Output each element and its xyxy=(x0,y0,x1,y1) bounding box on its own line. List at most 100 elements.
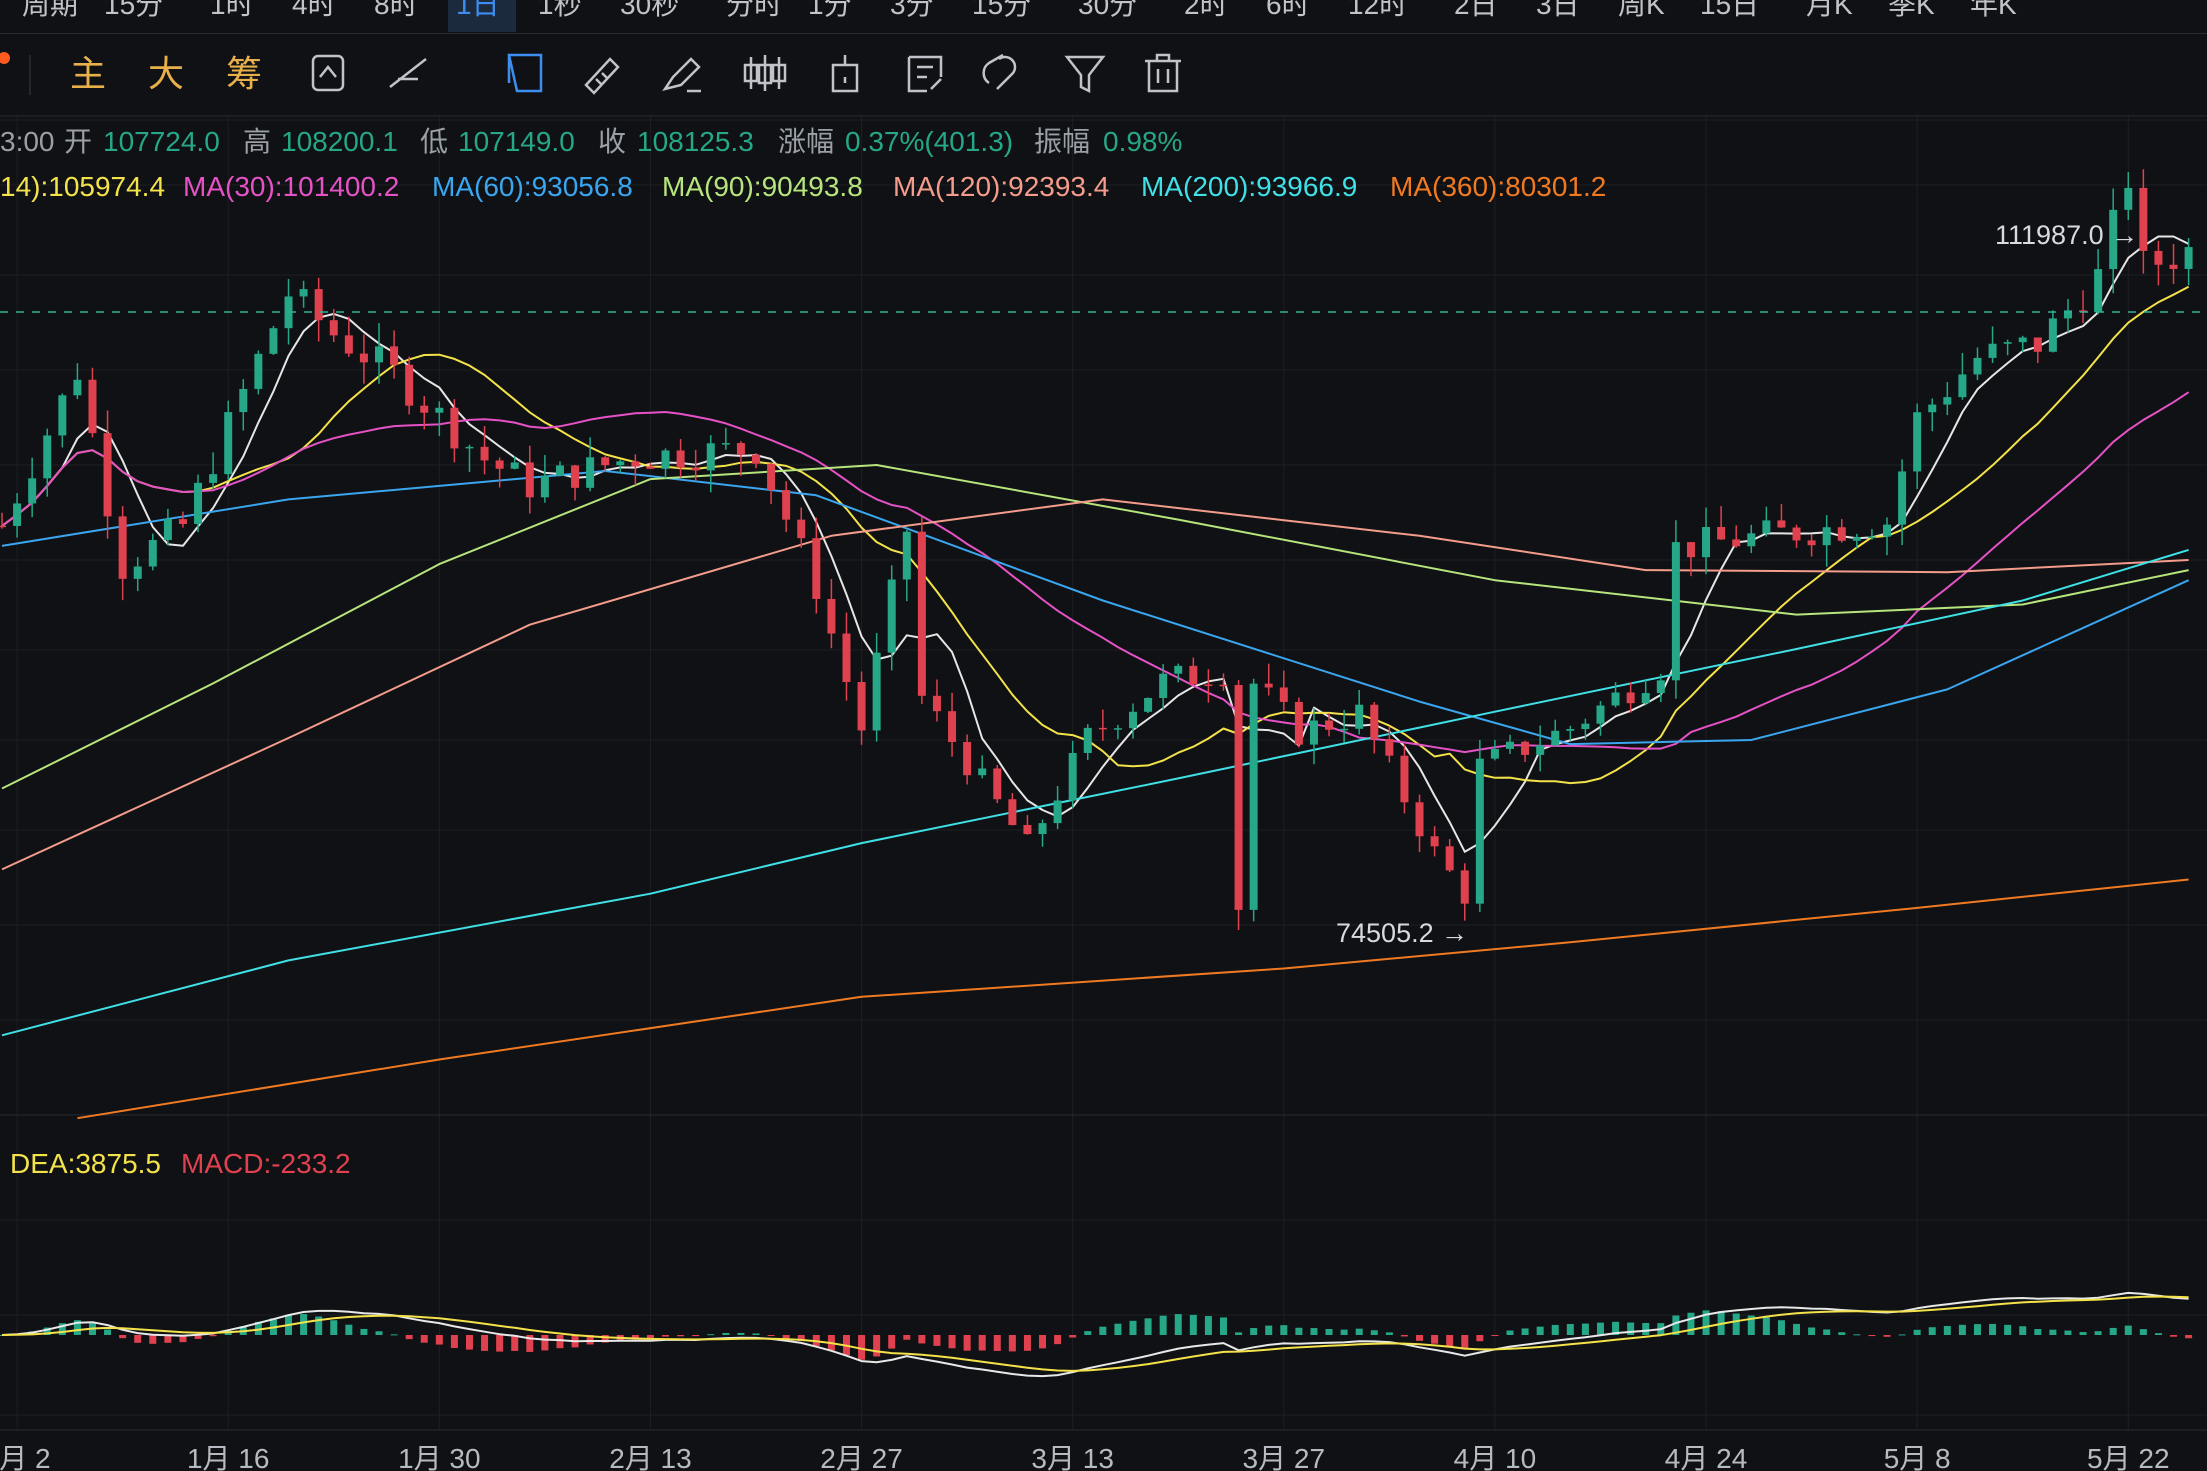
candle-body[interactable] xyxy=(676,450,685,468)
candle-body[interactable] xyxy=(1898,471,1907,525)
candle-body[interactable] xyxy=(1762,520,1771,534)
candle-body[interactable] xyxy=(1355,704,1364,729)
candle-body[interactable] xyxy=(902,531,911,580)
candle-body[interactable] xyxy=(1958,374,1967,398)
candle-body[interactable] xyxy=(1325,720,1334,730)
candle-body[interactable] xyxy=(28,478,37,504)
candle-body[interactable] xyxy=(375,346,383,363)
candle-body[interactable] xyxy=(1913,412,1922,472)
candle-body[interactable] xyxy=(948,711,957,743)
candle-body[interactable] xyxy=(932,695,941,712)
candle-body[interactable] xyxy=(1506,741,1514,749)
candle-body[interactable] xyxy=(359,353,368,363)
candle-body[interactable] xyxy=(2124,187,2133,210)
candle-body[interactable] xyxy=(1928,404,1937,413)
candle-body[interactable] xyxy=(1068,753,1077,801)
candle-body[interactable] xyxy=(1053,800,1062,824)
candle-body[interactable] xyxy=(827,598,836,634)
candle-body[interactable] xyxy=(1807,540,1816,546)
candle-body[interactable] xyxy=(646,466,655,469)
candle-body[interactable] xyxy=(1294,701,1303,745)
candle-body[interactable] xyxy=(178,519,187,525)
candle-body[interactable] xyxy=(2018,337,2027,343)
candle-body[interactable] xyxy=(1717,526,1726,540)
candle-body[interactable] xyxy=(269,328,278,354)
candle-body[interactable] xyxy=(1460,870,1469,904)
candle-body[interactable] xyxy=(1098,727,1107,730)
candle-body[interactable] xyxy=(1837,527,1846,541)
candle-body[interactable] xyxy=(1777,520,1786,528)
candle-body[interactable] xyxy=(1732,539,1741,547)
candle-body[interactable] xyxy=(525,462,534,498)
candle-body[interactable] xyxy=(1083,727,1092,754)
candle-body[interactable] xyxy=(1566,729,1575,731)
candle-body[interactable] xyxy=(73,379,82,396)
candle-body[interactable] xyxy=(1867,536,1876,539)
candle-body[interactable] xyxy=(1113,728,1122,730)
candle-body[interactable] xyxy=(405,364,414,406)
candle-body[interactable] xyxy=(1490,748,1499,759)
candle-body[interactable] xyxy=(58,395,67,436)
candle-body[interactable] xyxy=(390,346,399,365)
candle-body[interactable] xyxy=(1415,802,1424,837)
candle-body[interactable] xyxy=(1189,665,1198,685)
candle-body[interactable] xyxy=(209,474,218,483)
candle-body[interactable] xyxy=(480,446,489,461)
candle-body[interactable] xyxy=(812,538,821,599)
candle-body[interactable] xyxy=(1536,745,1545,755)
candle-body[interactable] xyxy=(691,467,700,471)
candle-body[interactable] xyxy=(1656,680,1665,694)
candle-body[interactable] xyxy=(872,652,881,731)
candle-body[interactable] xyxy=(1129,711,1137,729)
candle-body[interactable] xyxy=(344,335,353,354)
candle-body[interactable] xyxy=(1792,527,1801,541)
candle-body[interactable] xyxy=(1747,533,1756,547)
candle-body[interactable] xyxy=(1385,739,1394,756)
candle-body[interactable] xyxy=(887,579,896,653)
candle-body[interactable] xyxy=(963,742,972,776)
candle-body[interactable] xyxy=(1023,825,1032,835)
candle-body[interactable] xyxy=(1943,397,1952,405)
candle-body[interactable] xyxy=(721,443,730,445)
candle-body[interactable] xyxy=(2139,187,2148,251)
candle-body[interactable] xyxy=(450,407,459,449)
candle-body[interactable] xyxy=(1596,705,1605,724)
candle-body[interactable] xyxy=(797,519,806,539)
kline-chart[interactable]: 周期 15分 1时 4时 8时 1日 1秒 30秒 分时 1分 3分 15分 30分 2时 6时 12时 2日 3… xyxy=(0,0,2207,1471)
candle-body[interactable] xyxy=(1234,685,1243,910)
candle-body[interactable] xyxy=(1174,665,1183,674)
candle-body[interactable] xyxy=(978,768,987,776)
candle-body[interactable] xyxy=(1370,704,1379,740)
candle-body[interactable] xyxy=(224,412,233,475)
candle-body[interactable] xyxy=(857,682,866,731)
candle-body[interactable] xyxy=(329,320,338,336)
candle-body[interactable] xyxy=(540,475,549,498)
candle-body[interactable] xyxy=(2048,318,2057,352)
candle-body[interactable] xyxy=(1521,741,1530,755)
candle-body[interactable] xyxy=(1264,683,1273,688)
candle-body[interactable] xyxy=(1686,542,1695,558)
candle-body[interactable] xyxy=(1671,542,1680,681)
candle-body[interactable] xyxy=(1551,730,1560,746)
candle-body[interactable] xyxy=(842,633,851,683)
candle-body[interactable] xyxy=(782,490,791,520)
candle-body[interactable] xyxy=(2033,337,2042,352)
candle-body[interactable] xyxy=(661,450,670,469)
candle-body[interactable] xyxy=(299,289,308,297)
candle-body[interactable] xyxy=(736,443,745,455)
candle-body[interactable] xyxy=(13,503,22,526)
candle-body[interactable] xyxy=(1581,723,1590,730)
candle-body[interactable] xyxy=(1008,799,1017,826)
candle-body[interactable] xyxy=(1475,758,1484,904)
candle-body[interactable] xyxy=(1626,692,1635,704)
candle-body[interactable] xyxy=(2184,247,2193,269)
candle-body[interactable] xyxy=(1400,755,1409,803)
candle-body[interactable] xyxy=(118,516,127,579)
candle-body[interactable] xyxy=(0,525,6,528)
candle-body[interactable] xyxy=(1973,357,1982,375)
candle-body[interactable] xyxy=(2094,269,2103,313)
candle-body[interactable] xyxy=(495,460,504,469)
candle-body[interactable] xyxy=(993,768,1002,800)
candle-body[interactable] xyxy=(1340,728,1349,731)
candle-body[interactable] xyxy=(1883,524,1891,537)
